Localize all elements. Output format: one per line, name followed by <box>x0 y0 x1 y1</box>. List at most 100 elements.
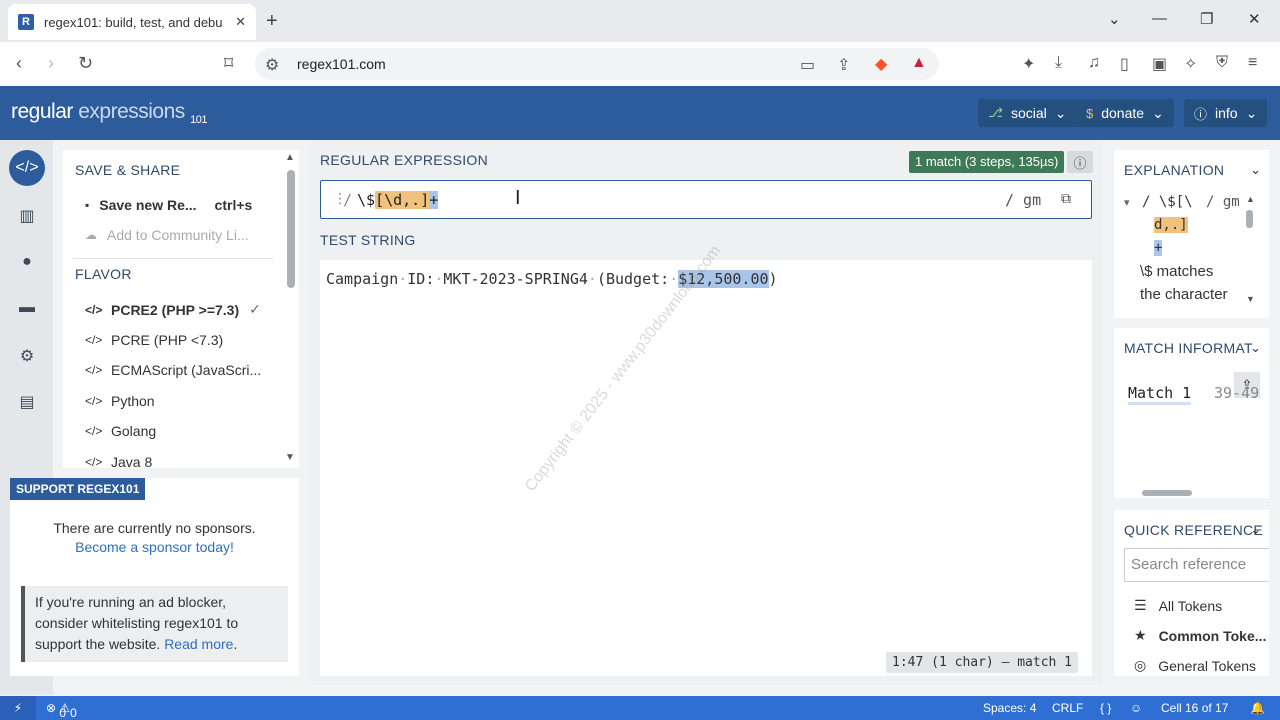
brave-shield-icon[interactable]: ◆ <box>875 54 887 74</box>
flavor-item-pcre2[interactable]: </> PCRE2 (PHP >=7.3) ✓ <box>85 301 261 318</box>
sidebar-icon[interactable]: ▯ <box>1120 54 1129 74</box>
close-tab-icon[interactable]: ✕ <box>235 14 246 30</box>
tab-search-icon[interactable]: ⌄ <box>1108 10 1121 28</box>
leo-ai-icon[interactable]: ✧ <box>1184 54 1197 74</box>
bookmark-icon[interactable]: ⌑ <box>224 53 233 74</box>
site-logo[interactable]: regular expressions 101 <box>11 100 207 126</box>
flavor-item-python[interactable]: </> Python <box>85 393 155 409</box>
quick-ref-common-tokens[interactable]: ★ Common Toke... <box>1134 627 1266 644</box>
scroll-thumb[interactable] <box>1246 210 1253 228</box>
extensions-icon[interactable]: ✦ <box>1022 54 1035 74</box>
back-icon[interactable]: ‹ <box>16 53 22 74</box>
social-button[interactable]: ⎇ social ⌄ <box>978 99 1077 127</box>
cell-indicator[interactable]: Cell 16 of 17 <box>1161 701 1228 715</box>
reload-icon[interactable]: ↻ <box>78 53 93 74</box>
checkmark-icon: ✓ <box>249 301 261 317</box>
browser-toolbar: ‹ › ↻ ⌑ ⚙ regex101.com ▭ ⇪ ◆ ▲ ✦ ⤓ ♫ ▯ ▣… <box>0 42 1280 86</box>
remote-icon[interactable]: ⚡ <box>0 696 36 720</box>
scroll-down-icon[interactable]: ▼ <box>1246 294 1255 304</box>
chevron-down-icon: ⌄ <box>1152 104 1164 121</box>
regex-token-dollar: \$ <box>357 191 376 209</box>
match-label: Match 1 <box>1128 384 1192 405</box>
logo-sub: 101 <box>190 114 207 127</box>
notifications-icon[interactable]: 🔔 <box>1250 701 1265 715</box>
flavor-label: Python <box>111 393 155 409</box>
code-icon: </> <box>85 455 103 468</box>
library-icon[interactable]: ▥ <box>9 198 45 234</box>
scroll-down-icon[interactable]: ▼ <box>285 452 295 463</box>
left-panel-scrollbar[interactable]: ▲ ▼ <box>284 150 298 468</box>
install-app-icon[interactable]: ▭ <box>800 55 815 75</box>
flavor-label: Golang <box>111 423 157 439</box>
info-icon[interactable]: ⓘ <box>1067 151 1093 173</box>
read-more-link[interactable]: Read more <box>164 636 233 652</box>
explanation-flags: / gm <box>1206 194 1240 210</box>
regex-editor-icon[interactable]: </> <box>9 150 45 186</box>
eol-indicator[interactable]: CRLF <box>1052 701 1083 715</box>
problems-indicator[interactable]: ⊗ 0 ⚠ 0 <box>46 701 77 720</box>
match-info-title: MATCH INFORMAT <box>1124 340 1253 356</box>
copilot-icon[interactable]: ☺ <box>1130 701 1142 715</box>
chevron-down-icon[interactable]: ⌄ <box>1250 522 1261 538</box>
download-icon[interactable]: ⤓ <box>1055 54 1062 72</box>
ad-text-line: support the website. <box>35 636 161 652</box>
chevron-down-icon[interactable]: ⌄ <box>1250 340 1261 356</box>
regex-input[interactable]: ⋮ / \$[\d,.]+ I / gm ⧉ <box>320 180 1092 219</box>
quick-ref-label: All Tokens <box>1158 597 1223 614</box>
browser-tab[interactable]: R regex101: build, test, and debu ✕ <box>8 4 256 40</box>
flavor-item-pcre[interactable]: </> PCRE (PHP <7.3) <box>85 332 223 348</box>
test-word: (Budget: <box>596 270 670 288</box>
scroll-thumb[interactable] <box>287 170 295 288</box>
address-bar[interactable]: ⚙ regex101.com ▭ ⇪ ◆ ▲ <box>255 48 939 80</box>
info-circle-icon: ⓘ <box>1194 106 1208 122</box>
social-icon: ⎇ <box>988 105 1003 120</box>
account-icon[interactable]: ● <box>9 244 45 280</box>
site-info-icon[interactable]: ⚙ <box>265 55 279 75</box>
layers-icon: ☰ <box>1134 597 1147 613</box>
quiz-gamepad-icon[interactable]: ▬ <box>9 290 45 326</box>
share-icon[interactable]: ⇪ <box>837 55 850 75</box>
url-text: regex101.com <box>297 56 386 72</box>
indentation-indicator[interactable]: Spaces: 4 <box>983 701 1036 715</box>
browser-tab-bar: R regex101: build, test, and debu ✕ + ⌄ … <box>0 0 1280 42</box>
donate-label: donate <box>1101 105 1145 121</box>
chevron-down-icon[interactable]: ⌄ <box>1250 162 1261 178</box>
become-sponsor-link[interactable]: Become a sponsor today! <box>10 539 299 555</box>
vpn-icon[interactable]: ⛨ <box>1216 54 1228 72</box>
forward-icon[interactable]: › <box>48 53 54 74</box>
flavor-item-java8[interactable]: </> Java 8 <box>85 454 152 468</box>
scroll-up-icon[interactable]: ▲ <box>285 152 295 163</box>
media-icon[interactable]: ♫ <box>1088 54 1100 72</box>
explanation-text: \$ matches <box>1140 263 1214 280</box>
regex-text[interactable]: \$[\d,.]+ <box>357 191 439 209</box>
restore-icon[interactable]: ❐ <box>1200 10 1213 28</box>
new-tab-icon[interactable]: + <box>266 10 278 33</box>
add-to-community-button[interactable]: ☁ Add to Community Li... <box>85 227 249 243</box>
minimize-icon[interactable]: — <box>1152 10 1167 27</box>
save-new-regex-button[interactable]: ▪ Save new Re... ctrl+s <box>85 197 252 213</box>
info-button[interactable]: ⓘ info ⌄ <box>1184 99 1268 127</box>
settings-gear-icon[interactable]: ⚙ <box>9 338 45 374</box>
scroll-up-icon[interactable]: ▲ <box>1246 194 1255 204</box>
save-new-label: Save new Re... <box>99 197 197 213</box>
reference-search-input[interactable]: Search reference <box>1124 548 1269 582</box>
regex-flags[interactable]: / gm <box>1005 191 1041 209</box>
brave-rewards-icon[interactable]: ▲ <box>911 54 927 72</box>
quick-ref-all-tokens[interactable]: ☰ All Tokens <box>1134 597 1222 614</box>
menu-icon[interactable]: ≡ <box>1248 54 1257 72</box>
flavor-title: FLAVOR <box>75 266 132 282</box>
horizontal-scroll-thumb[interactable] <box>1142 490 1192 496</box>
braces-icon[interactable]: { } <box>1100 701 1111 715</box>
flavor-item-ecmascript[interactable]: </> ECMAScript (JavaScri... <box>85 362 261 378</box>
test-word: MKT-2023-SPRING4 <box>443 270 588 288</box>
close-window-icon[interactable]: ✕ <box>1248 10 1261 28</box>
chat-icon[interactable]: ▤ <box>9 384 45 420</box>
quick-ref-general-tokens[interactable]: ◎ General Tokens <box>1134 657 1256 674</box>
tree-expand-icon[interactable]: ▾ <box>1124 196 1130 209</box>
quick-ref-label: Common Toke... <box>1158 627 1267 644</box>
test-string-input[interactable]: Campaign·ID:·MKT-2023-SPRING4·(Budget:·$… <box>320 260 1092 676</box>
flavor-item-golang[interactable]: </> Golang <box>85 423 156 439</box>
wallet-icon[interactable]: ▣ <box>1152 54 1167 74</box>
donate-button[interactable]: $ donate ⌄ <box>1076 99 1174 127</box>
copy-icon[interactable]: ⧉ <box>1061 190 1071 207</box>
